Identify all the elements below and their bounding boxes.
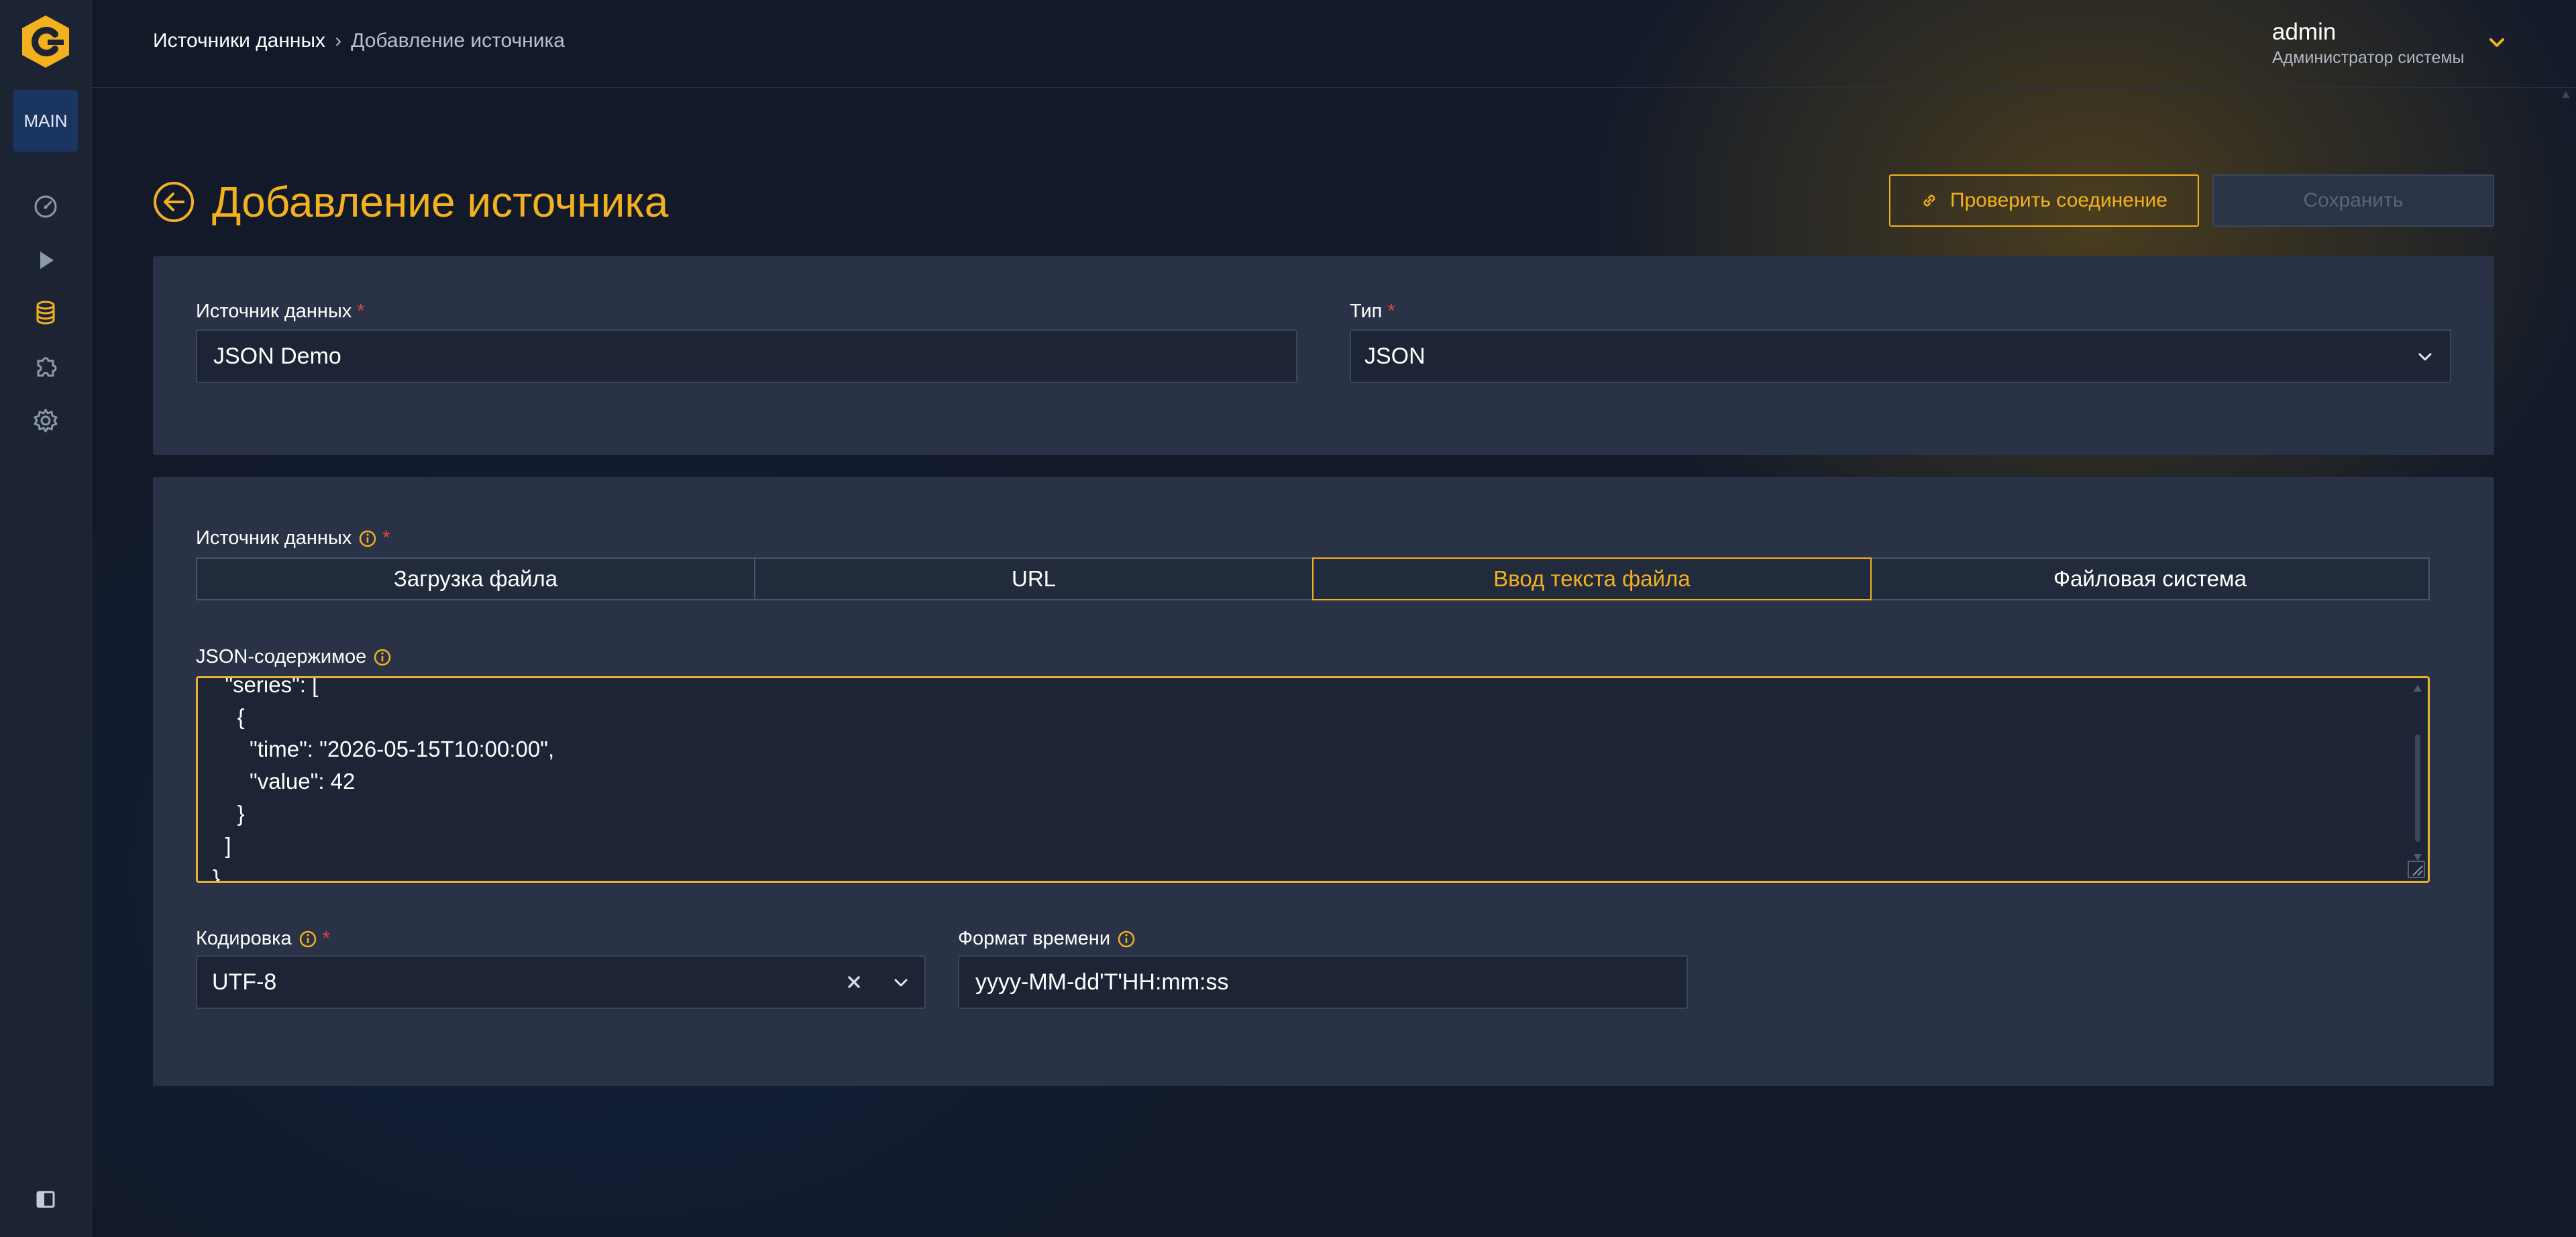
top-bar: Источники данных › Добавление источника … (92, 0, 2576, 88)
page-header: Добавление источника (153, 177, 668, 227)
save-button[interactable]: Сохранить (2212, 174, 2494, 227)
check-connection-button[interactable]: Проверить соединение (1889, 174, 2199, 227)
info-icon[interactable] (358, 529, 377, 548)
encoding-select[interactable]: UTF-8 (196, 955, 926, 1009)
puzzle-icon[interactable] (30, 350, 62, 382)
type-value: JSON (1364, 343, 1426, 369)
chevron-down-icon[interactable] (891, 973, 911, 993)
code-line: "time": "2026-05-15T10:00:00", (213, 737, 555, 761)
json-content-textarea[interactable]: "series": [ { "time": "2026-05-15T10:00:… (196, 676, 2430, 883)
workspace-badge[interactable]: MAIN (13, 90, 78, 152)
json-content-label: JSON-содержимое (196, 646, 392, 668)
time-format-value: yyyy-MM-dd'T'HH:mm:ss (975, 969, 1229, 995)
chevron-right-icon: › (335, 30, 342, 52)
required-mark: * (322, 928, 330, 949)
encoding-label-text: Кодировка (196, 928, 292, 949)
tab-file-system[interactable]: Файловая система (1870, 557, 2430, 600)
play-icon[interactable] (30, 244, 62, 276)
breadcrumb-root-link[interactable]: Источники данных (153, 30, 325, 52)
breadcrumb-current: Добавление источника (351, 30, 565, 52)
general-panel: Источник данных * JSON Demo Тип * JSON (153, 256, 2494, 455)
page-title: Добавление источника (212, 178, 669, 226)
gear-icon[interactable] (30, 405, 62, 437)
json-content-text: "series": [ { "time": "2026-05-15T10:00:… (213, 676, 555, 883)
chevron-down-icon[interactable] (2487, 35, 2507, 51)
info-icon[interactable] (1117, 930, 1136, 949)
json-content-label-text: JSON-содержимое (196, 646, 367, 667)
database-icon[interactable] (30, 297, 62, 329)
user-menu[interactable]: admin Администратор системы (2272, 19, 2465, 68)
link-icon (1923, 195, 1935, 207)
required-mark: * (382, 527, 390, 549)
textarea-scrollbar[interactable] (2412, 682, 2424, 863)
data-source-panel: Источник данных * Загрузка файла URL Вво… (153, 477, 2494, 1086)
time-format-label-text: Формат времени (958, 928, 1111, 949)
required-mark: * (357, 301, 365, 322)
breadcrumb: Источники данных › Добавление источника (153, 30, 565, 52)
dashboard-icon[interactable] (30, 190, 62, 222)
data-source-label: Источник данных * (196, 527, 390, 549)
page-scrollbar[interactable] (2561, 89, 2571, 1229)
source-name-label: Источник данных * (196, 301, 365, 323)
data-source-label-text: Источник данных (196, 527, 352, 549)
source-name-label-text: Источник данных (196, 301, 352, 322)
code-line: } (213, 865, 221, 883)
resize-handle-icon[interactable] (2408, 861, 2425, 878)
encoding-value: UTF-8 (212, 969, 277, 995)
chevron-down-icon (2418, 353, 2432, 361)
type-label-text: Тип (1350, 301, 1383, 322)
back-arrow-icon[interactable] (153, 181, 195, 223)
info-icon[interactable] (299, 930, 317, 949)
tab-url[interactable]: URL (754, 557, 1313, 600)
code-line: ] (213, 833, 231, 858)
tab-file-upload[interactable]: Загрузка файла (196, 557, 755, 600)
user-role: Администратор системы (2272, 48, 2465, 67)
sidebar: MAIN (0, 0, 92, 1237)
time-format-input[interactable]: yyyy-MM-dd'T'HH:mm:ss (958, 955, 1688, 1009)
clear-icon[interactable] (845, 973, 863, 991)
source-name-value: JSON Demo (213, 343, 341, 369)
time-format-label: Формат времени (958, 928, 1136, 950)
check-connection-label: Проверить соединение (1950, 189, 2167, 211)
code-line: { (213, 704, 245, 729)
data-source-tabs: Загрузка файла URL Ввод текста файла Фай… (196, 557, 2430, 600)
encoding-label: Кодировка * (196, 928, 330, 950)
code-line: "series": [ (213, 676, 319, 697)
code-line: "value": 42 (213, 769, 356, 794)
type-label: Тип * (1350, 301, 1395, 323)
source-name-input[interactable]: JSON Demo (196, 329, 1297, 383)
required-mark: * (1387, 301, 1395, 322)
sidebar-toggle-icon[interactable] (36, 1190, 55, 1209)
info-icon[interactable] (373, 648, 392, 667)
code-line: } (213, 801, 245, 826)
type-select[interactable]: JSON (1350, 329, 2451, 383)
tab-text-input[interactable]: Ввод текста файла (1312, 557, 1872, 600)
user-name: admin (2272, 19, 2337, 45)
app-logo[interactable] (18, 14, 73, 69)
